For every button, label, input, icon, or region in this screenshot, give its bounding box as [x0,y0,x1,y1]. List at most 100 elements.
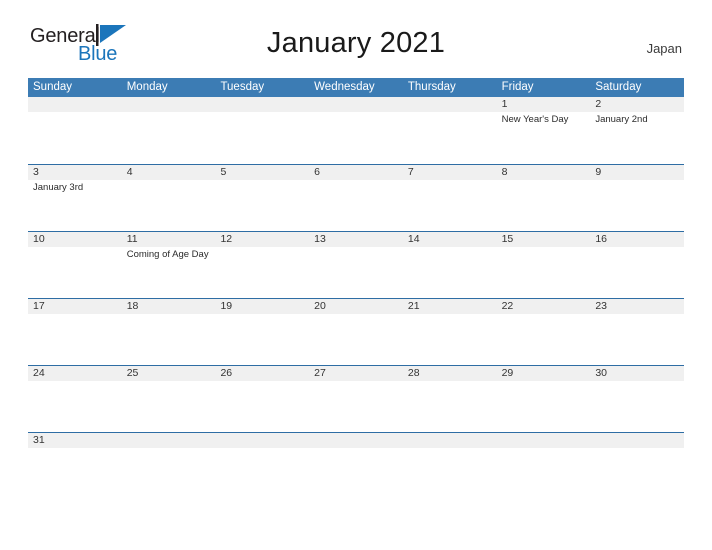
calendar-day-11[interactable]: 11 Coming of Age Day [121,232,216,298]
day-events [590,180,684,182]
day-number-band [309,97,403,112]
day-number-band [309,433,403,448]
calendar-day-26[interactable]: 26 [215,366,310,432]
calendar-page: General Blue January 2021 Japan Sunday Mo… [0,0,712,550]
calendar-day-14[interactable]: 14 [402,232,497,298]
day-events [590,247,684,249]
calendar-day-empty [215,433,310,458]
day-number-band: 7 [402,165,497,180]
calendar-day-23[interactable]: 23 [590,299,685,365]
calendar-grid: Sunday Monday Tuesday Wednesday Thursday Frid… [28,78,685,458]
calendar-day-25[interactable]: 25 [121,366,216,432]
calendar-day-empty [121,97,216,164]
calendar-day-28[interactable]: 28 [402,366,497,432]
calendar-day-21[interactable]: 21 [402,299,497,365]
day-number-band: 20 [309,299,403,314]
day-events [403,247,497,249]
calendar-day-24[interactable]: 24 [28,366,122,432]
calendar-day-20[interactable]: 20 [309,299,403,365]
day-number: 19 [220,300,233,312]
day-number-band: 5 [215,165,310,180]
day-events [497,314,591,316]
day-events [497,381,591,383]
calendar-day-17[interactable]: 17 [28,299,122,365]
day-events [403,112,497,114]
day-events [122,112,216,114]
calendar-weeks: 1 New Year's Day 2 January 2nd 3 January 3rd 4… [28,97,685,458]
day-number-band: 30 [590,366,685,381]
day-number-band: 15 [496,232,591,247]
day-number-band: 23 [590,299,685,314]
calendar-day-16[interactable]: 16 [590,232,685,298]
calendar-day-10[interactable]: 10 [28,232,122,298]
day-number-band: 27 [309,366,403,381]
calendar-day-15[interactable]: 15 [496,232,591,298]
day-number-band: 22 [496,299,591,314]
day-events [122,180,216,182]
day-number: 15 [501,233,514,245]
day-events [215,448,309,450]
calendar-day-12[interactable]: 12 [215,232,310,298]
day-number-band [496,433,591,448]
day-events: January 3rd [28,180,122,194]
calendar-day-29[interactable]: 29 [496,366,591,432]
calendar-day-empty [215,97,310,164]
day-number: 4 [126,166,133,178]
calendar-day-8[interactable]: 8 [496,165,591,231]
day-number: 11 [126,233,138,245]
day-events [590,381,684,383]
day-number-band: 17 [28,299,122,314]
day-number-band: 16 [590,232,685,247]
day-number: 30 [595,367,607,379]
calendar-day-18[interactable]: 18 [121,299,216,365]
day-events [28,112,122,114]
calendar-day-7[interactable]: 7 [402,165,497,231]
calendar-day-5[interactable]: 5 [215,165,310,231]
calendar-week-row: 31 [28,432,685,458]
day-number: 27 [314,367,326,379]
calendar-day-31[interactable]: 31 [28,433,122,458]
calendar-day-3[interactable]: 3 January 3rd [28,165,122,231]
calendar-day-22[interactable]: 22 [496,299,591,365]
calendar-event[interactable]: January 2nd [595,114,680,126]
calendar-day-9[interactable]: 9 [590,165,685,231]
weekday-header-saturday: Saturday [595,81,642,93]
calendar-day-empty [309,97,403,164]
weekday-header-thursday: Thursday [407,81,456,93]
calendar-day-19[interactable]: 19 [215,299,310,365]
calendar-event[interactable]: Coming of Age Day [127,249,212,261]
calendar-day-1[interactable]: 1 New Year's Day [496,97,591,164]
day-number-band [121,433,216,448]
day-number-band [28,97,122,112]
day-events [590,448,684,450]
day-events: New Year's Day [497,112,591,126]
calendar-week-row: 10 11 Coming of Age Day 12 13 14 15 16 [28,231,685,298]
calendar-day-13[interactable]: 13 [309,232,403,298]
calendar-event[interactable]: January 3rd [33,182,118,194]
day-events [497,448,591,450]
day-events [122,448,216,450]
day-number-band [215,433,310,448]
weekday-header-wednesday: Wednesday [314,81,375,93]
calendar-day-empty [309,433,403,458]
day-number-band: 13 [309,232,403,247]
day-events [497,247,591,249]
calendar-day-2[interactable]: 2 January 2nd [590,97,685,164]
day-number-band [121,97,216,112]
day-events [215,314,309,316]
day-number: 3 [33,166,39,178]
day-events [403,381,497,383]
calendar-day-6[interactable]: 6 [309,165,403,231]
calendar-event[interactable]: New Year's Day [502,114,587,126]
calendar-day-4[interactable]: 4 [121,165,216,231]
day-number: 2 [595,98,602,110]
day-number: 16 [595,233,607,245]
day-number: 29 [501,367,514,379]
weekday-header-tuesday: Tuesday [220,81,265,93]
calendar-day-30[interactable]: 30 [590,366,685,432]
day-events: January 2nd [590,112,684,126]
day-events [215,247,309,249]
day-number: 24 [33,367,45,379]
weekday-header-monday: Monday [126,81,168,93]
calendar-day-27[interactable]: 27 [309,366,403,432]
